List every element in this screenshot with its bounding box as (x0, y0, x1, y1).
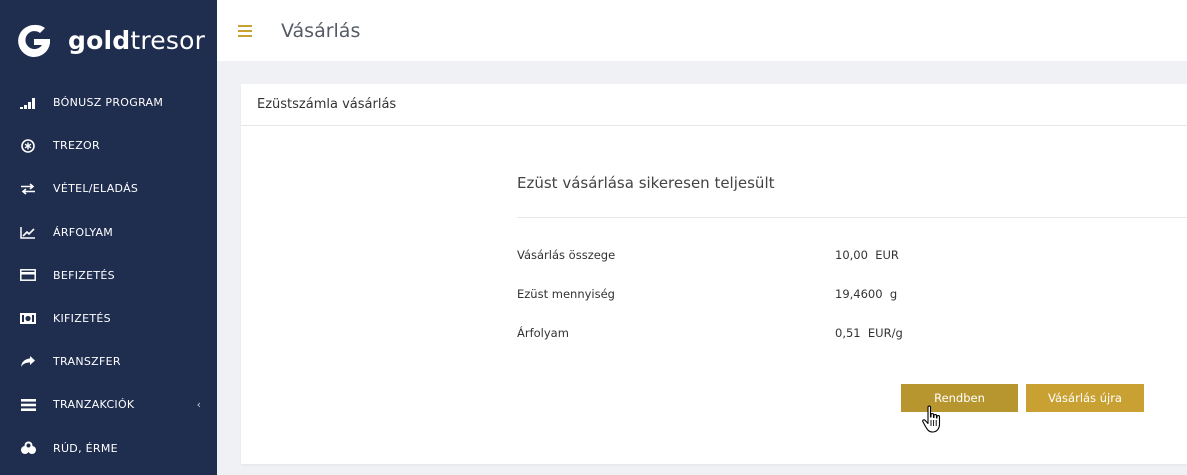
topbar: Vásárlás (217, 0, 1187, 61)
summary-label: Ezüst mennyiség (517, 287, 615, 301)
ok-button[interactable]: Rendben (901, 384, 1018, 412)
signal-bars-icon (19, 95, 37, 111)
banknote-icon (19, 311, 37, 327)
sidebar-item-bonusz-program[interactable]: BÓNUSZ PROGRAM (0, 81, 217, 124)
logo[interactable]: goldtresor (0, 0, 217, 81)
sidebar-item-label: RÚD, ÉRME (53, 441, 118, 455)
summary-value: 19,4600 g (835, 287, 898, 301)
sidebar-item-label: ÁRFOLYAM (53, 225, 114, 239)
sidebar-item-arfolyam[interactable]: ÁRFOLYAM (0, 211, 217, 254)
sidebar-item-label: TREZOR (53, 139, 100, 153)
card-title: Ezüstszámla vásárlás (241, 84, 1187, 126)
sidebar-item-vetel-eladas[interactable]: VÉTEL/ELADÁS (0, 167, 217, 210)
sidebar-item-label: BÓNUSZ PROGRAM (53, 96, 164, 110)
credit-card-icon (19, 267, 37, 283)
sidebar-item-befizetes[interactable]: BEFIZETÉS (0, 254, 217, 297)
sidebar-item-trezor[interactable]: TREZOR (0, 124, 217, 167)
chevron-left-icon: ‹ (196, 398, 201, 412)
sidebar-item-transzfer[interactable]: TRANSZFER (0, 340, 217, 383)
menu-toggle-icon[interactable] (238, 24, 252, 37)
summary-label: Vásárlás összege (517, 248, 616, 262)
hand-cursor-icon (921, 405, 945, 439)
sidebar-item-tranzakciok[interactable]: TRANZAKCIÓK ‹ (0, 383, 217, 426)
arrows-exchange-icon (19, 181, 37, 197)
page-title: Vásárlás (281, 19, 361, 42)
buy-again-button[interactable]: Vásárlás újra (1026, 384, 1144, 412)
summary-value: 10,00 EUR (835, 248, 899, 262)
sidebar: goldtresor BÓNUSZ PROGRAM TREZOR VÉTEL/E… (0, 0, 217, 475)
divider (517, 217, 1187, 218)
sidebar-item-label: TRANSZFER (53, 355, 121, 369)
sidebar-item-rud-erme[interactable]: RÚD, ÉRME (0, 427, 217, 470)
purchase-card: Ezüstszámla vásárlás Ezüst vásárlása sik… (241, 84, 1187, 464)
sidebar-item-label: BEFIZETÉS (53, 268, 115, 282)
goldtresor-logo-icon (14, 21, 54, 61)
summary-value: 0,51 EUR/g (835, 326, 903, 340)
coins-icon (19, 440, 37, 456)
sidebar-item-label: TRANZAKCIÓK (53, 398, 135, 412)
success-message: Ezüst vásárlása sikeresen teljesült (517, 174, 775, 192)
sidebar-item-label: KIFIZETÉS (53, 312, 111, 326)
share-arrow-icon (19, 354, 37, 370)
list-icon (19, 397, 37, 413)
summary-label: Árfolyam (517, 326, 569, 340)
line-chart-icon (19, 224, 37, 240)
brand-name: goldtresor (68, 26, 206, 55)
sidebar-item-kifizetes[interactable]: KIFIZETÉS (0, 297, 217, 340)
asterisk-circle-icon (19, 138, 37, 154)
sidebar-item-label: VÉTEL/ELADÁS (53, 182, 139, 196)
sidebar-nav: BÓNUSZ PROGRAM TREZOR VÉTEL/ELADÁS ÁRFOL… (0, 81, 217, 470)
